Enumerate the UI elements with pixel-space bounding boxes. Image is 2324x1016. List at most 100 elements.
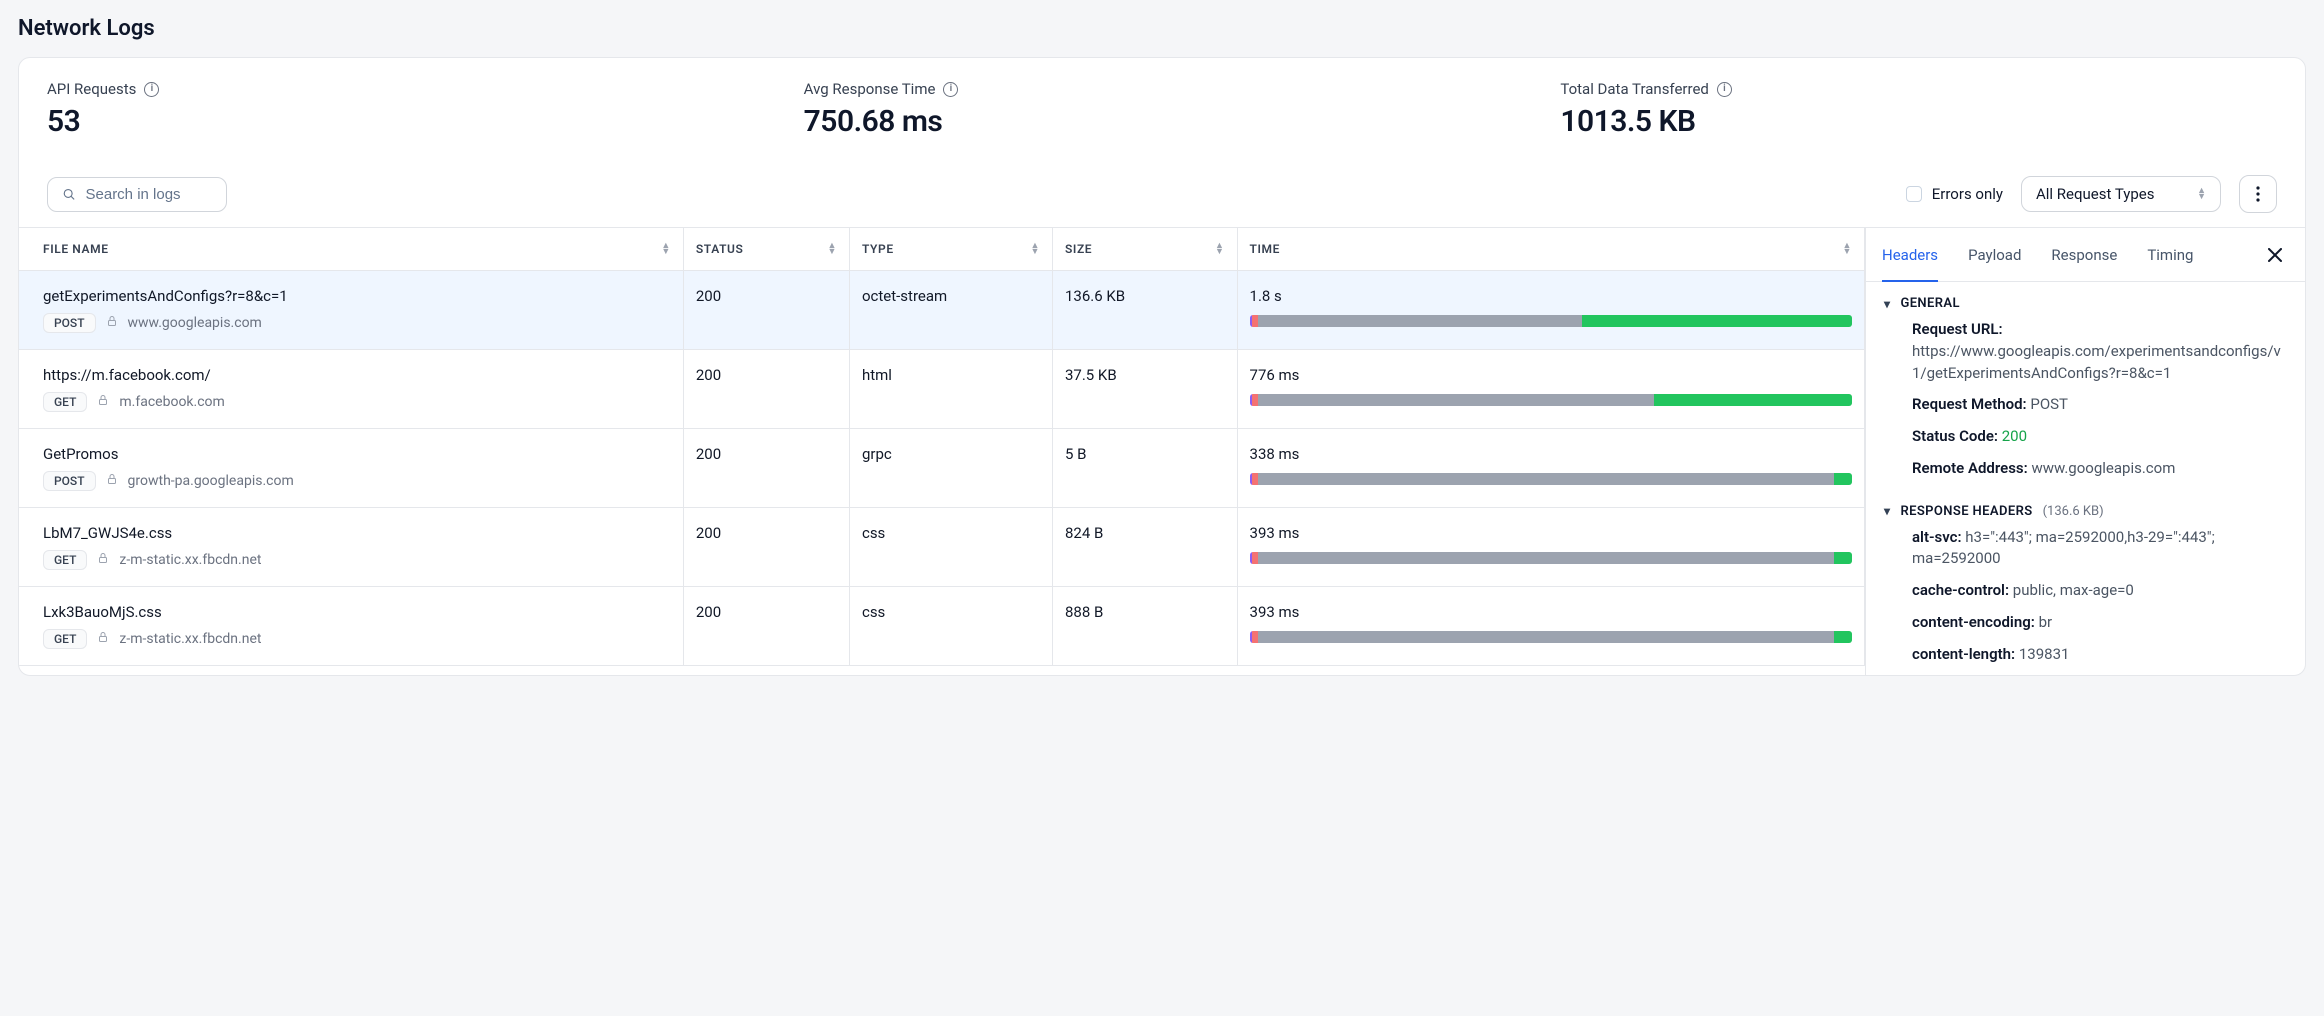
kv-row: Remote Address: www.googleapis.com: [1884, 458, 2287, 480]
metric-label-text: API Requests: [47, 80, 136, 98]
column-header-file[interactable]: File Name ▲▼: [19, 228, 683, 271]
cell-time: 1.8 s: [1237, 271, 1864, 350]
sort-icon[interactable]: ▲▼: [1030, 243, 1040, 255]
kv-key: content-length:: [1912, 645, 2015, 663]
method-badge: POST: [43, 471, 96, 491]
tab-payload[interactable]: Payload: [1968, 228, 2021, 281]
cell-size: 824 B: [1052, 508, 1237, 587]
tab-timing[interactable]: Timing: [2147, 228, 2193, 281]
column-header-label: Status: [696, 242, 744, 256]
more-actions-button[interactable]: [2239, 175, 2277, 213]
close-icon: [2268, 248, 2282, 262]
errors-only-toggle[interactable]: Errors only: [1906, 185, 2003, 203]
file-meta: GETm.facebook.com: [43, 392, 671, 412]
host-text: z-m-static.xx.fbcdn.net: [119, 631, 261, 647]
column-header-label: File Name: [43, 242, 109, 256]
sort-icon[interactable]: ▲▼: [1842, 243, 1852, 255]
search-icon: [62, 186, 76, 202]
table-row[interactable]: LbM7_GWJS4e.cssGETz-m-static.xx.fbcdn.ne…: [19, 508, 1865, 587]
column-header-time[interactable]: Time▲▼: [1237, 228, 1864, 271]
request-type-selected: All Request Types: [2036, 185, 2154, 203]
cell-status: 200: [683, 587, 849, 666]
cell-type: octet-stream: [849, 271, 1052, 350]
info-icon[interactable]: i: [1717, 82, 1732, 97]
section-header[interactable]: ▾ GENERAL: [1884, 296, 2287, 311]
lock-icon: [97, 394, 109, 410]
cell-size: 5 B: [1052, 429, 1237, 508]
sort-icon[interactable]: ▲▼: [661, 243, 671, 255]
details-panel: Headers Payload Response Timing ▾ GENERA…: [1865, 228, 2305, 675]
file-meta: POSTgrowth-pa.googleapis.com: [43, 471, 671, 491]
body-row: File Name▲▼ Status▲▼ Type▲▼ Size▲▼ Time▲: [19, 227, 2305, 675]
cell-size: 136.6 KB: [1052, 271, 1237, 350]
metrics-row: API Requests i 53 Avg Response Time i 75…: [19, 58, 2305, 161]
cell-time: 393 ms: [1237, 508, 1864, 587]
cell-type: html: [849, 350, 1052, 429]
sort-icon[interactable]: ▲▼: [827, 243, 837, 255]
sort-icon[interactable]: ▲▼: [1215, 243, 1225, 255]
time-text: 338 ms: [1250, 445, 1852, 463]
cell-status: 200: [683, 429, 849, 508]
timing-bar: [1250, 473, 1852, 485]
table-row[interactable]: https://m.facebook.com/GETm.facebook.com…: [19, 350, 1865, 429]
controls-row: Errors only All Request Types ▲▼: [19, 175, 2305, 227]
kv-row: Request URL: https://www.googleapis.com/…: [1884, 319, 2287, 384]
file-name: Lxk3BauoMjS.css: [43, 603, 671, 621]
lock-icon: [106, 473, 118, 489]
column-header-type[interactable]: Type ▲▼: [849, 228, 1052, 271]
method-badge: GET: [43, 550, 87, 570]
table-row[interactable]: Lxk3BauoMjS.css GETz-m-static.xx.fbcdn.ne…: [19, 587, 1865, 666]
search-input[interactable]: [86, 186, 213, 203]
details-section-response-headers: ▾ RESPONSE HEADERS (136.6 KB) alt-svc: h…: [1866, 490, 2305, 666]
timing-bar: [1250, 394, 1852, 406]
cell-status: 200: [683, 508, 849, 587]
method-badge: POST: [43, 313, 96, 333]
details-section-general: ▾ GENERAL Request URL: https://www.googl…: [1866, 282, 2305, 480]
search-box[interactable]: [47, 177, 227, 212]
table-row[interactable]: getExperimentsAndConfigs?r=8&c=1POSTwww.…: [19, 271, 1865, 350]
column-header-label: Type: [862, 242, 894, 256]
cell-size: 37.5 KB: [1052, 350, 1237, 429]
column-header-status[interactable]: Status ▲▼: [683, 228, 849, 271]
kv-key: alt-svc:: [1912, 528, 1962, 546]
errors-only-label: Errors only: [1932, 185, 2003, 203]
close-details-button[interactable]: [2261, 241, 2289, 269]
timing-bar: [1250, 631, 1852, 643]
kv-row: Request Method: POST: [1884, 394, 2287, 416]
metric-api-requests: API Requests i 53: [47, 80, 764, 139]
file-name: LbM7_GWJS4e.css: [43, 524, 671, 542]
tab-headers[interactable]: Headers: [1882, 228, 1938, 281]
metric-value: 53: [47, 104, 764, 139]
section-header[interactable]: ▾ RESPONSE HEADERS (136.6 KB): [1884, 504, 2287, 519]
kv-key: Request Method:: [1912, 395, 2027, 413]
info-icon[interactable]: i: [144, 82, 159, 97]
table-row[interactable]: GetPromosPOSTgrowth-pa.googleapis.com200…: [19, 429, 1865, 508]
checkbox-icon[interactable]: [1906, 186, 1922, 202]
column-header-size[interactable]: Size▲▼: [1052, 228, 1237, 271]
tab-response[interactable]: Response: [2051, 228, 2117, 281]
metric-label-text: Total Data Transferred: [1560, 80, 1709, 98]
metric-label: Total Data Transferred i: [1560, 80, 2277, 98]
section-title: GENERAL: [1900, 296, 1960, 311]
cell-type: css: [849, 587, 1052, 666]
file-meta: GETz-m-static.xx.fbcdn.net: [43, 629, 671, 649]
info-icon[interactable]: i: [943, 82, 958, 97]
cell-time: 393 ms: [1237, 587, 1864, 666]
kv-value: public, max-age=0: [2013, 581, 2134, 599]
request-type-select[interactable]: All Request Types ▲▼: [2021, 176, 2221, 212]
kv-row: content-encoding: br: [1884, 612, 2287, 634]
cell-file: Lxk3BauoMjS.css GETz-m-static.xx.fbcdn.ne…: [19, 587, 683, 666]
kv-key: cache-control:: [1912, 581, 2009, 599]
logs-table: File Name▲▼ Status▲▼ Type▲▼ Size▲▼ Time▲: [19, 228, 1865, 666]
page-title: Network Logs: [18, 16, 2306, 41]
kv-value: https://www.googleapis.com/experimentsan…: [1912, 342, 2281, 382]
kv-value: POST: [2030, 395, 2068, 413]
kv-row: Status Code: 200: [1884, 426, 2287, 448]
controls-right: Errors only All Request Types ▲▼: [1906, 175, 2277, 213]
metric-label: Avg Response Time i: [804, 80, 1521, 98]
cell-time: 338 ms: [1237, 429, 1864, 508]
metric-total-data: Total Data Transferred i 1013.5 KB: [1560, 80, 2277, 139]
time-text: 393 ms: [1250, 524, 1852, 542]
cell-file: getExperimentsAndConfigs?r=8&c=1POSTwww.…: [19, 271, 683, 350]
chevron-down-icon: ▾: [1884, 297, 1890, 311]
